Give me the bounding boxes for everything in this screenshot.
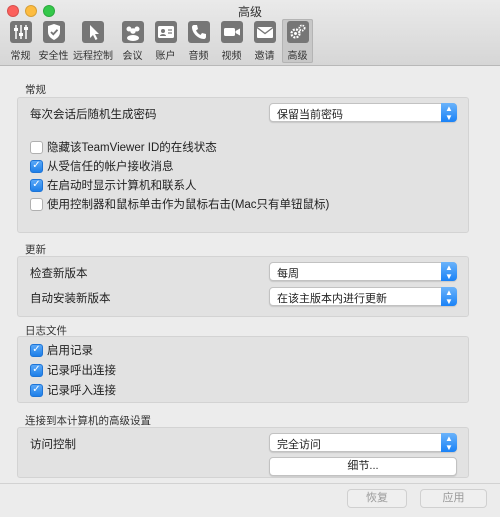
log-outgoing-checkbox[interactable]: ✓ 记录呼出连接 [30, 362, 116, 378]
tab-video[interactable]: 视频 [216, 19, 247, 63]
auto-install-popup[interactable]: 在该主版本内进行更新 ▲ ▼ [269, 287, 457, 306]
revert-button[interactable]: 恢复 [347, 489, 407, 508]
tab-general[interactable]: 常规 [5, 19, 36, 63]
tab-advanced-label: 高级 [287, 51, 308, 62]
enable-logging-checkbox[interactable]: ✓ 启用记录 [30, 342, 93, 358]
sliders-icon [9, 21, 32, 43]
meeting-icon [121, 21, 144, 43]
checkmark-icon: ✓ [30, 343, 43, 357]
show-on-startup-checkbox[interactable]: ✓ 在启动时显示计算机和联系人 [30, 177, 197, 193]
shield-icon [42, 21, 65, 43]
checkbox-label: 从受信任的帐户接收消息 [47, 161, 174, 173]
tab-invite[interactable]: 邀请 [249, 19, 280, 63]
tab-invite-label: 邀请 [254, 51, 275, 62]
checkbox-label: 记录呼入连接 [47, 385, 116, 397]
cursor-icon [82, 21, 104, 43]
checkbox-label: 记录呼出连接 [47, 365, 116, 377]
auto-install-label: 自动安装新版本 [30, 293, 111, 305]
window-titlebar: 高级 常规 安全性 远程控制 会议 账户 音频 视频 邀请 高级 [0, 0, 500, 66]
tab-audio[interactable]: 音频 [183, 19, 214, 63]
tab-account[interactable]: 账户 [150, 19, 181, 63]
popup-arrows-icon: ▲ ▼ [441, 262, 457, 281]
tab-account-label: 账户 [155, 51, 176, 62]
password-popup[interactable]: 保留当前密码 ▲ ▼ [269, 103, 457, 122]
checkmark-icon: ✓ [30, 383, 43, 397]
popup-arrows-icon: ▲ ▼ [441, 103, 457, 122]
envelope-icon [253, 21, 276, 43]
access-control-value: 完全访问 [277, 439, 321, 451]
popup-arrows-icon: ▲ ▼ [441, 287, 457, 306]
tab-remote-control-label: 远程控制 [73, 51, 113, 62]
trusted-messages-checkbox[interactable]: ✓ 从受信任的帐户接收消息 [30, 158, 174, 174]
tab-security-label: 安全性 [38, 51, 69, 62]
advanced-section-title: 连接到本计算机的高级设置 [25, 415, 151, 427]
hide-online-status-checkbox[interactable]: 隐藏该TeamViewer ID的在线状态 [30, 139, 217, 155]
update-section-title: 更新 [25, 244, 46, 256]
details-button[interactable]: 细节... [269, 457, 457, 476]
right-click-checkbox[interactable]: 使用控制器和鼠标单击作为鼠标右击(Mac只有单钮鼠标) [30, 196, 329, 212]
password-label: 每次会话后随机生成密码 [30, 109, 157, 121]
check-version-value: 每周 [277, 268, 299, 280]
general-section-title: 常规 [25, 84, 46, 96]
checkmark-icon: ✓ [30, 159, 43, 173]
tab-general-label: 常规 [10, 51, 31, 62]
tab-meeting[interactable]: 会议 [117, 19, 148, 63]
check-version-popup[interactable]: 每周 ▲ ▼ [269, 262, 457, 281]
access-control-popup[interactable]: 完全访问 ▲ ▼ [269, 433, 457, 452]
window-title: 高级 [237, 5, 262, 19]
footer-divider [0, 483, 500, 484]
auto-install-value: 在该主版本内进行更新 [277, 293, 387, 305]
gears-icon [286, 21, 309, 43]
checkbox-label: 隐藏该TeamViewer ID的在线状态 [47, 142, 217, 154]
tab-video-label: 视频 [221, 51, 242, 62]
password-popup-value: 保留当前密码 [277, 109, 343, 121]
checkbox-label: 启用记录 [47, 345, 93, 357]
log-incoming-checkbox[interactable]: ✓ 记录呼入连接 [30, 382, 116, 398]
phone-icon [187, 21, 210, 43]
checkbox-label: 使用控制器和鼠标单击作为鼠标右击(Mac只有单钮鼠标) [47, 199, 330, 211]
tab-advanced[interactable]: 高级 [282, 19, 313, 63]
apply-button[interactable]: 应用 [420, 489, 487, 508]
popup-arrows-icon: ▲ ▼ [441, 433, 457, 452]
checkmark-icon: ✓ [30, 178, 43, 192]
tab-audio-label: 音频 [188, 51, 209, 62]
tab-security[interactable]: 安全性 [38, 19, 69, 63]
checkbox-box [30, 140, 43, 154]
tab-meeting-label: 会议 [122, 51, 143, 62]
account-card-icon [154, 21, 177, 43]
check-version-label: 检查新版本 [30, 268, 88, 280]
checkbox-box [30, 197, 43, 211]
tab-remote-control[interactable]: 远程控制 [71, 19, 115, 63]
checkbox-label: 在启动时显示计算机和联系人 [47, 180, 197, 192]
preferences-toolbar: 常规 安全性 远程控制 会议 账户 音频 视频 邀请 高级 [5, 19, 315, 65]
checkmark-icon: ✓ [30, 363, 43, 377]
camera-icon [220, 21, 243, 43]
access-control-label: 访问控制 [30, 439, 76, 451]
